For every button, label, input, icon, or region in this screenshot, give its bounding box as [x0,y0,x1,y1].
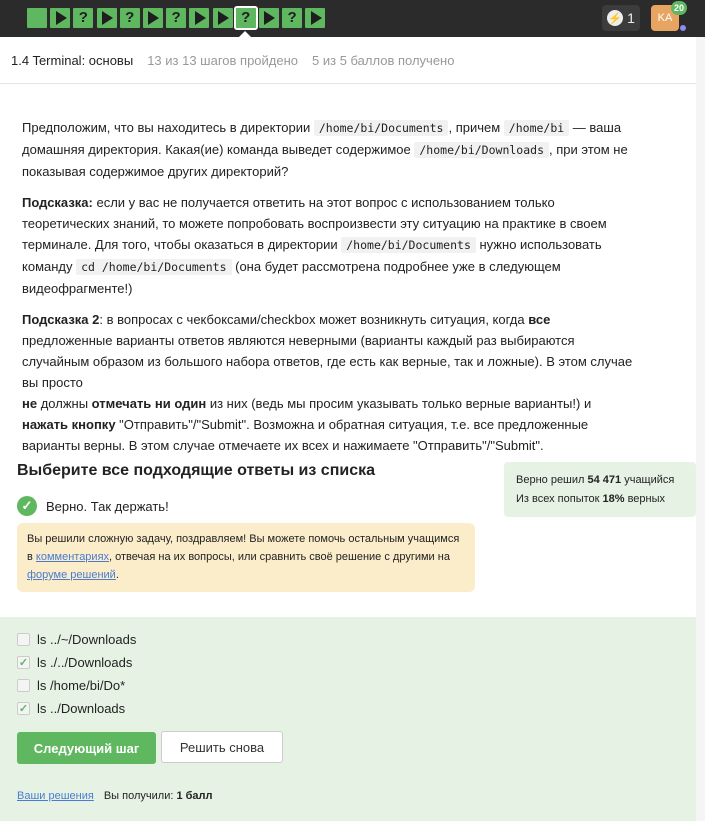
text: Вы получили: [103,790,177,802]
play-icon [148,11,160,25]
step-11[interactable] [258,8,279,28]
text: Верно решил [516,474,588,486]
solved-count: 54 471 [587,474,622,486]
attempts-percent: 18% [602,493,625,505]
play-icon [102,11,114,25]
play-icon [264,11,276,25]
step-5[interactable]: ? [119,8,140,28]
emphasis: нажать кнопку [22,417,116,432]
answer-option[interactable]: ls ../~/Downloads [17,632,136,647]
play-icon [194,11,206,25]
stats-solved: Верно решил 54 471 учащийся [516,471,696,490]
emphasis: не [22,396,38,411]
congrats-notice: Вы решили сложную задачу, поздравляем! В… [17,523,475,592]
lightning-icon: ⚡ [607,10,624,26]
question-icon: ? [171,9,181,26]
checkbox[interactable] [17,633,30,646]
answer-option[interactable]: ls /home/bi/Do* [17,678,125,693]
check-circle-icon: ✓ [17,496,37,516]
play-icon [55,11,67,25]
quiz-title: Выберите все подходящие ответы из списка [17,462,375,479]
step-13[interactable] [305,8,326,28]
points-earned: 1 балл [176,790,213,802]
text: верных [624,493,666,505]
step-9[interactable] [212,8,233,28]
lesson-progress: 13 из 13 шагов пройдено [147,52,299,68]
correct-feedback: ✓ Верно. Так держать! [17,496,169,516]
your-solutions-link[interactable]: Ваши решения [17,790,94,802]
step-3[interactable]: ? [73,8,94,28]
text: должны [37,396,92,411]
submission-footer: Ваши решения Вы получили: 1 балл [17,790,213,802]
text: учащийся [621,474,675,486]
scrollbar[interactable] [696,37,705,821]
lesson-score: 5 из 5 баллов получено [312,52,455,68]
step-6[interactable] [142,8,163,28]
step-navigation: ????? [27,6,328,30]
energy-counter[interactable]: ⚡ 1 [602,5,640,31]
step-4[interactable] [96,8,117,28]
answer-label: ls ../Downloads [37,701,126,716]
lesson-header: 1.4 Terminal: основы 13 из 13 шагов прой… [0,37,705,84]
comments-link[interactable]: комментариях [36,551,109,563]
checkbox-checked[interactable]: ✓ [17,656,30,669]
lesson-title[interactable]: 1.4 Terminal: основы [11,53,133,68]
hint-label: Подсказка 2 [22,312,100,327]
answer-option[interactable]: ✓ ls ./../Downloads [17,655,132,670]
question-icon: ? [241,9,251,26]
code-command: cd /home/bi/Documents [76,259,232,275]
answer-label: ls /home/bi/Do* [37,678,126,693]
emphasis: отмечать ни один [91,396,207,411]
step-2[interactable] [50,8,71,28]
text: : в вопросах с чекбоксами/checkbox может… [99,312,529,327]
solutions-forum-link[interactable]: форуме решений [27,569,116,581]
answer-label: ls ../~/Downloads [37,632,137,647]
hint-paragraph: Подсказка: если у вас не получается отве… [22,192,642,299]
text-step-icon [27,8,47,28]
hint-label: Подсказка: [22,195,93,210]
energy-count: 1 [627,10,635,26]
play-icon [218,11,229,25]
step-8[interactable] [189,8,210,28]
step-12[interactable]: ? [282,8,303,28]
question-icon: ? [125,9,135,26]
stats-panel: Верно решил 54 471 учащийся Из всех попы… [504,462,696,517]
retry-button[interactable]: Решить снова [161,731,283,763]
question-text: Предположим, что вы находитесь в директо… [22,117,642,466]
text: предложенные варианты ответов являются н… [22,333,633,390]
question-icon: ? [287,9,297,26]
checkbox[interactable] [17,679,30,692]
play-icon [310,11,322,25]
next-step-button[interactable]: Следующий шаг [17,732,156,764]
code-path: /home/bi/Downloads [414,142,549,158]
hint2-paragraph: Подсказка 2: в вопросах с чекбоксами/che… [22,309,642,456]
text: из них (ведь мы просим указывать только … [206,396,592,411]
step-7[interactable]: ? [166,8,187,28]
correct-text: Верно. Так держать! [46,498,169,514]
answer-option[interactable]: ✓ ls ../Downloads [17,701,125,716]
answer-label: ls ./../Downloads [37,655,133,670]
emphasis: все [528,312,551,327]
question-icon: ? [78,9,88,26]
text: . [115,569,119,581]
stats-attempts: Из всех попыток 18% верных [516,490,696,509]
avatar-badge: 20 [671,1,687,15]
code-path: /home/bi/Documents [313,120,449,136]
text: , причем [448,120,504,135]
text: Из всех попыток [516,493,603,505]
code-path: /home/bi [503,120,570,136]
checkbox-checked[interactable]: ✓ [17,702,30,715]
top-navigation-bar: ????? ⚡ 1 KA 20 [0,0,705,37]
step-1[interactable] [27,8,47,28]
step-10[interactable]: ? [233,6,258,30]
text: Предположим, что вы находитесь в директо… [22,120,314,135]
status-dot [680,25,686,31]
code-path: /home/bi/Documents [341,237,476,253]
text: , отвечая на их вопросы, или сравнить св… [109,551,450,563]
question-paragraph: Предположим, что вы находитесь в директо… [22,117,642,182]
